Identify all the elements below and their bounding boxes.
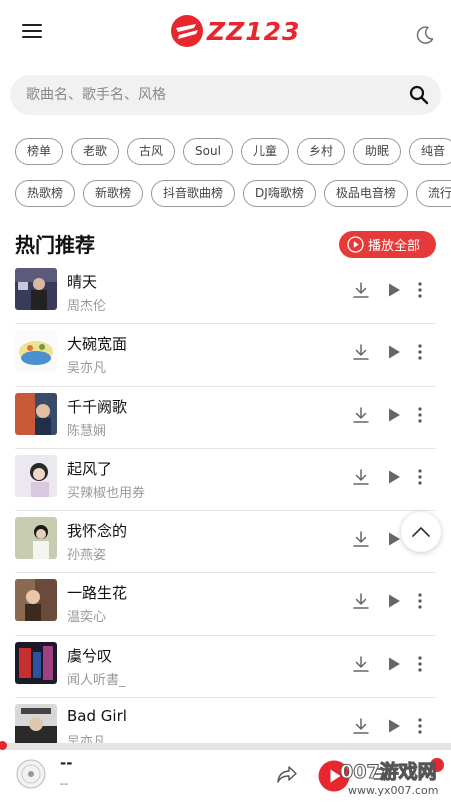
download-icon[interactable] <box>352 655 370 673</box>
song-row[interactable]: 一路生花 温奕心 <box>0 573 451 636</box>
chart-tag-row: 热歌榜 新歌榜 抖音歌曲榜 DJ嗨歌榜 极品电音榜 流行 <box>15 180 451 208</box>
more-vertical-icon[interactable] <box>415 281 425 299</box>
tag-chart[interactable]: 流行 <box>415 180 451 207</box>
play-icon[interactable] <box>386 656 402 672</box>
player-song-artist: -- <box>60 777 68 790</box>
song-row[interactable]: 起风了 买辣椒也用券 <box>0 449 451 512</box>
download-icon[interactable] <box>352 406 370 424</box>
play-icon[interactable] <box>386 469 402 485</box>
download-icon[interactable] <box>352 717 370 735</box>
section-title: 热门推荐 <box>15 233 95 257</box>
disc-icon[interactable] <box>16 759 46 789</box>
song-row[interactable]: 晴天 周杰伦 <box>0 262 451 325</box>
more-vertical-icon[interactable] <box>415 343 425 361</box>
song-artist: 陈慧娴 <box>67 423 107 439</box>
song-row[interactable]: 我怀念的 孙燕姿 <box>0 511 451 574</box>
playback-progress-bar[interactable] <box>0 743 451 750</box>
song-title: 大碗宽面 <box>67 335 128 354</box>
album-cover-image[interactable] <box>15 268 57 310</box>
share-icon[interactable] <box>276 764 298 784</box>
tag-genre[interactable]: 古风 <box>127 138 176 165</box>
download-icon[interactable] <box>352 281 370 299</box>
download-icon[interactable] <box>352 468 370 486</box>
song-title: 千千阙歌 <box>67 397 128 416</box>
song-title: 晴天 <box>67 273 98 291</box>
search-input[interactable] <box>26 75 406 115</box>
more-vertical-icon[interactable] <box>415 406 425 424</box>
download-icon[interactable] <box>352 592 370 610</box>
song-artist: 买辣椒也用券 <box>67 485 146 501</box>
tag-chart[interactable]: 热歌榜 <box>15 180 76 207</box>
more-vertical-icon[interactable] <box>415 655 425 673</box>
song-artist: 闻人听書_ <box>67 672 126 688</box>
more-vertical-icon[interactable] <box>415 592 425 610</box>
play-icon[interactable] <box>386 344 402 360</box>
album-cover-image[interactable] <box>15 454 57 497</box>
hamburger-menu-icon[interactable] <box>22 24 42 40</box>
watermark-text: 007游戏网 <box>340 761 438 784</box>
search-bar <box>10 75 441 115</box>
play-icon[interactable] <box>386 718 402 734</box>
play-icon[interactable] <box>386 282 402 298</box>
song-title: 虞兮叹 <box>67 646 113 665</box>
play-icon[interactable] <box>386 407 402 423</box>
watermark: 007游戏网 www.yx007.com <box>340 757 448 801</box>
play-all-button[interactable]: 播放全部 <box>339 231 436 258</box>
tag-genre[interactable]: 乡村 <box>296 138 345 165</box>
tag-genre[interactable]: 纯音 <box>409 138 451 165</box>
play-icon[interactable] <box>386 593 402 609</box>
play-all-label: 播放全部 <box>368 239 421 254</box>
song-row[interactable]: 大碗宽面 吴亦凡 <box>0 324 451 387</box>
chevron-up-icon <box>412 527 430 537</box>
album-cover-image[interactable] <box>15 641 57 684</box>
song-title: 一路生花 <box>67 584 128 603</box>
logo-mark-icon <box>171 15 203 47</box>
watermark-url: www.yx007.com <box>348 784 439 797</box>
logo-text: ZZ123 <box>207 16 301 46</box>
moon-icon[interactable] <box>415 25 435 45</box>
album-cover-image[interactable] <box>15 330 57 373</box>
album-cover-image[interactable] <box>15 579 57 622</box>
player-song-title: -- <box>60 754 73 772</box>
tag-chart[interactable]: 新歌榜 <box>83 180 144 207</box>
song-title: Bad Girl <box>67 707 127 726</box>
song-artist: 孙燕姿 <box>67 548 107 564</box>
app-logo[interactable]: ZZ123 <box>170 14 300 48</box>
song-artist: 周杰伦 <box>67 299 107 314</box>
song-title: 起风了 <box>67 459 113 478</box>
tag-genre[interactable]: 儿童 <box>240 138 289 165</box>
song-artist: 温奕心 <box>67 610 107 626</box>
tag-chart[interactable]: 极品电音榜 <box>323 180 408 207</box>
song-list: 晴天 周杰伦 大碗宽面 吴亦凡 千千阙歌 陈慧娴 起风了 买辣椒也用券 我怀念的… <box>0 262 451 760</box>
song-row[interactable]: 千千阙歌 陈慧娴 <box>0 387 451 449</box>
album-cover-image[interactable] <box>15 517 57 560</box>
tag-genre[interactable]: 老歌 <box>71 138 120 165</box>
play-circle-icon <box>347 236 364 253</box>
more-vertical-icon[interactable] <box>415 468 425 486</box>
album-cover-image[interactable] <box>15 392 57 435</box>
app-header: ZZ123 <box>0 0 451 66</box>
search-icon[interactable] <box>409 85 429 105</box>
genre-tag-row: 榜单 老歌 古风 Soul 儿童 乡村 助眠 纯音 <box>15 138 451 166</box>
download-icon[interactable] <box>352 343 370 361</box>
more-vertical-icon[interactable] <box>415 717 425 735</box>
download-icon[interactable] <box>352 530 370 548</box>
tag-genre[interactable]: 榜单 <box>15 138 64 165</box>
tag-genre[interactable]: Soul <box>183 138 233 165</box>
song-artist: 吴亦凡 <box>67 361 107 377</box>
tag-genre[interactable]: 助眠 <box>352 138 401 165</box>
tag-chart[interactable]: DJ嗨歌榜 <box>243 180 316 207</box>
song-row[interactable]: 虞兮叹 闻人听書_ <box>0 636 451 699</box>
tag-chart[interactable]: 抖音歌曲榜 <box>151 180 236 207</box>
song-title: 我怀念的 <box>67 522 128 541</box>
play-icon[interactable] <box>386 531 402 547</box>
scroll-to-top-button[interactable] <box>401 512 441 552</box>
album-cover-image[interactable] <box>15 704 57 747</box>
